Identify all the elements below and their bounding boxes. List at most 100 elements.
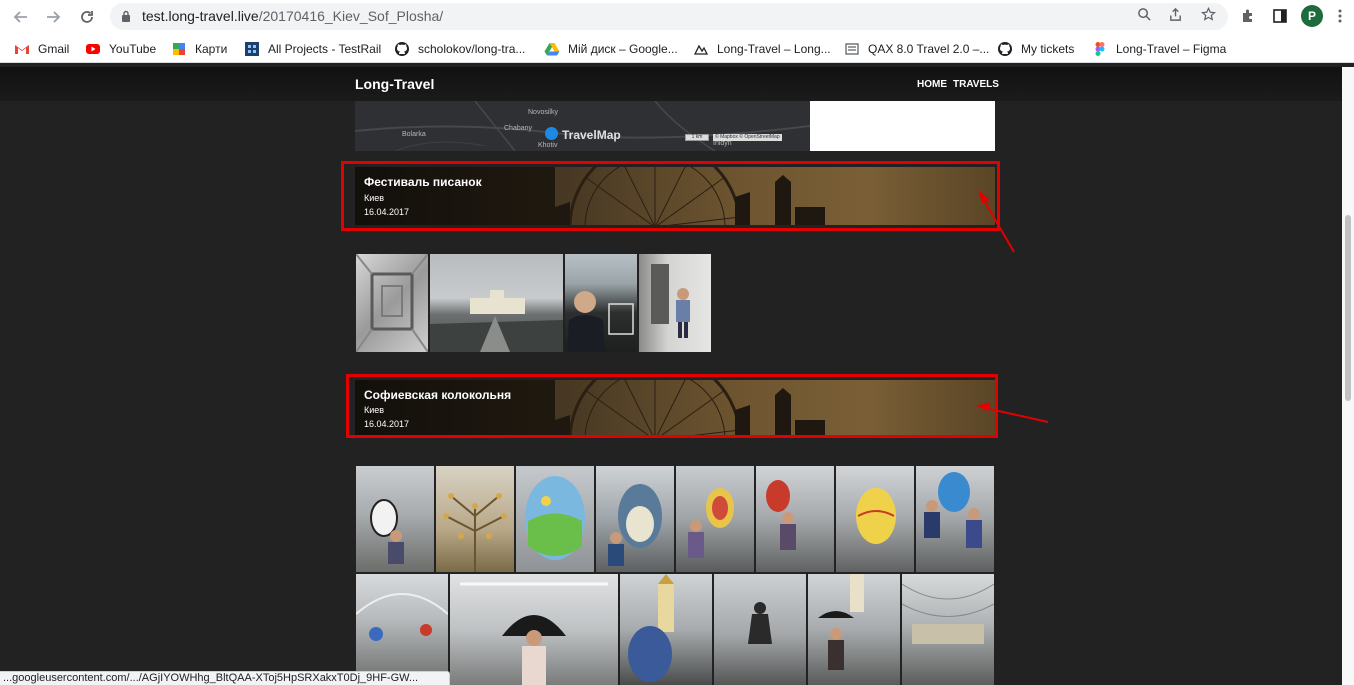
bookmark-label: Long-Travel – Long... — [717, 42, 831, 56]
red-egg-photo — [766, 480, 796, 550]
gallery-photo[interactable] — [516, 466, 594, 572]
travelmap-logo-icon — [545, 127, 558, 140]
share-icon — [1169, 7, 1181, 21]
bookmark-github-long-travel[interactable]: scholokov/long-tra... — [394, 40, 525, 58]
square-crowd-photo — [430, 290, 563, 352]
site-logo[interactable]: Long-Travel — [355, 76, 434, 92]
bookmark-my-tickets[interactable]: My tickets — [997, 40, 1074, 58]
map-roads — [355, 101, 810, 151]
map-attribution[interactable]: © Mapbox © OpenStreetMap — [713, 134, 782, 141]
wires-square-photo — [902, 583, 994, 644]
bookmark-maps[interactable]: Карти — [171, 40, 227, 58]
gallery-photo[interactable] — [450, 574, 618, 685]
kebab-menu-icon — [1338, 9, 1342, 23]
side-panel-button[interactable] — [1270, 6, 1290, 26]
gallery-photo[interactable] — [356, 574, 448, 685]
bookmark-label: QAX 8.0 Travel 2.0 –... — [868, 42, 990, 56]
golden-egg-tree-photo — [443, 493, 507, 572]
gallery-photo[interactable] — [596, 466, 674, 572]
gallery-photo[interactable] — [639, 254, 711, 352]
gallery-photo[interactable] — [356, 466, 434, 572]
gallery-photo[interactable] — [902, 574, 994, 685]
gallery-photo[interactable] — [436, 466, 514, 572]
tower-umbrella-photo — [818, 574, 864, 670]
bookmark-label: scholokov/long-tra... — [418, 42, 526, 56]
url-host: test.long-travel.live — [142, 8, 259, 24]
travel-map[interactable]: Novosilky Chabany Bolarka Khotiv Inidyn … — [355, 101, 810, 151]
url-text: test.long-travel.live/20170416_Kiev_Sof_… — [142, 8, 443, 24]
maps-icon — [173, 43, 185, 55]
egg-child-photo — [370, 499, 404, 564]
bookmark-figma[interactable]: Long-Travel – Figma — [1092, 40, 1226, 58]
bookmark-label: My tickets — [1021, 42, 1075, 56]
gallery-photo[interactable] — [676, 466, 754, 572]
gallery-photo[interactable] — [565, 254, 637, 352]
map-side-panel — [810, 101, 995, 151]
painted-egg-photo — [525, 476, 585, 560]
bookmark-label: Карти — [195, 42, 228, 56]
zoom-button[interactable] — [1135, 5, 1153, 23]
page-scrollbar-thumb[interactable] — [1345, 215, 1351, 401]
map-label: Novosilky — [528, 109, 558, 116]
child-hallway-photo — [651, 264, 690, 338]
reload-button[interactable] — [75, 5, 99, 29]
annotation-highlight-box — [346, 374, 998, 438]
nav-travels[interactable]: TRAVELS — [953, 79, 999, 90]
arrow-left-icon — [13, 11, 27, 23]
side-panel-icon — [1273, 9, 1287, 23]
youtube-icon — [86, 44, 100, 54]
address-bar[interactable]: test.long-travel.live/20170416_Kiev_Sof_… — [110, 3, 1228, 30]
gallery-photo[interactable] — [916, 466, 994, 572]
long-travel-icon — [693, 44, 709, 55]
extensions-button[interactable] — [1238, 6, 1258, 26]
staircase-photo — [356, 254, 428, 352]
selfie-photo — [567, 291, 634, 352]
travelmap-brand: TravelMap — [562, 128, 621, 142]
map-label: Khotiv — [538, 142, 558, 149]
qax-icon — [845, 43, 859, 55]
gallery-photo[interactable] — [756, 466, 834, 572]
github-icon — [395, 42, 409, 56]
gallery-photo[interactable] — [430, 254, 563, 352]
gallery-photo[interactable] — [808, 574, 900, 685]
share-button[interactable] — [1166, 5, 1184, 23]
bookmark-long-travel[interactable]: Long-Travel – Long... — [693, 40, 831, 58]
reload-icon — [81, 11, 93, 23]
bookmark-label: All Projects - TestRail — [268, 42, 382, 56]
bookmark-google-drive[interactable]: Мій диск – Google... — [544, 40, 678, 58]
bookmark-label: Gmail — [38, 42, 70, 56]
gallery-photo[interactable] — [714, 574, 806, 685]
gallery-photo[interactable] — [356, 254, 428, 352]
bookmark-youtube[interactable]: YouTube — [85, 40, 156, 58]
bookmark-label: YouTube — [109, 42, 157, 56]
bookmark-qax[interactable]: QAX 8.0 Travel 2.0 –... — [844, 40, 989, 58]
forward-button[interactable] — [41, 5, 65, 29]
bookmark-gmail[interactable]: Gmail — [14, 40, 69, 58]
blue-egg-photo — [924, 472, 982, 548]
site-header: Long-Travel HOME TRAVELS — [0, 67, 1354, 101]
figma-icon — [1095, 42, 1105, 56]
back-button[interactable] — [9, 5, 33, 29]
arches-crowd-photo — [356, 593, 448, 641]
colorful-egg-photo — [688, 488, 734, 558]
gallery-photo[interactable] — [620, 574, 712, 685]
bookmark-label: Long-Travel – Figma — [1116, 42, 1227, 56]
testrail-icon — [245, 42, 259, 56]
bookmark-testrail[interactable]: All Projects - TestRail — [244, 40, 381, 58]
google-drive-icon — [544, 43, 560, 56]
browser-toolbar: test.long-travel.live/20170416_Kiev_Sof_… — [0, 0, 1354, 33]
nav-home[interactable]: HOME — [917, 79, 947, 90]
gmail-icon — [15, 45, 29, 54]
puzzle-icon — [1243, 9, 1252, 22]
profile-avatar[interactable]: P — [1301, 5, 1323, 27]
map-label: Chabany — [504, 125, 533, 132]
menu-button[interactable] — [1330, 6, 1350, 26]
bookmark-label: Мій диск – Google... — [568, 42, 678, 56]
link-status-bar: ...googleusercontent.com/.../AGjIYOWHhg_… — [0, 671, 450, 685]
gallery-photo[interactable] — [836, 466, 914, 572]
lock-icon — [122, 10, 130, 22]
arrow-right-icon — [47, 11, 61, 23]
magnifier-icon — [1137, 7, 1151, 21]
bookmark-star-button[interactable] — [1199, 5, 1217, 23]
monument-photo — [748, 602, 772, 644]
